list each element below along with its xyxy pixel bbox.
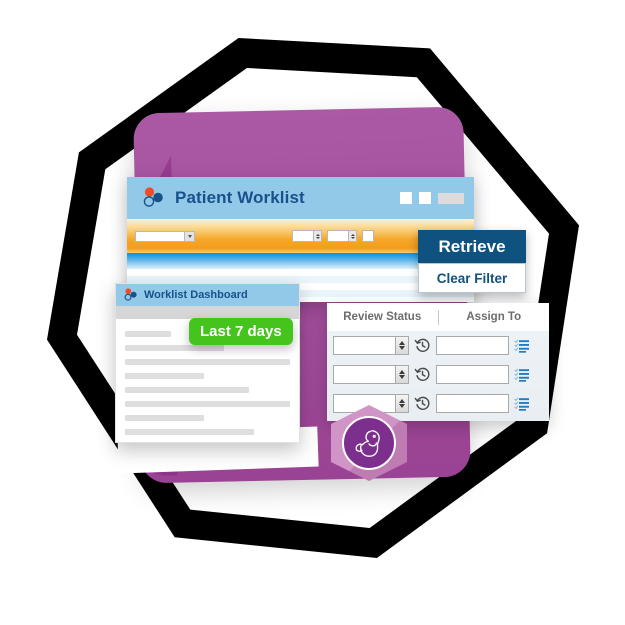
placeholder-line [125, 401, 290, 407]
worklist-dashboard-window: Worklist Dashboard [115, 283, 300, 443]
toolbar-small-button[interactable] [362, 230, 374, 242]
close-button[interactable] [438, 192, 464, 204]
dashboard-title: Worklist Dashboard [144, 289, 248, 301]
assign-to-field[interactable] [436, 394, 509, 413]
list-lookup-icon[interactable] [514, 338, 530, 354]
placeholder-line [125, 387, 249, 393]
minimize-button[interactable] [400, 192, 412, 204]
placeholder-line [125, 429, 254, 435]
specialty-badge [331, 405, 407, 481]
column-header-review-status: Review Status [343, 311, 422, 323]
window-titlebar: Patient Worklist [127, 177, 474, 219]
maximize-button[interactable] [419, 192, 431, 204]
list-lookup-icon[interactable] [514, 396, 530, 412]
toolbar-spinner-two[interactable] [327, 230, 357, 242]
placeholder-line [125, 345, 224, 351]
column-header-assign-to: Assign To [466, 311, 522, 323]
window-controls [400, 192, 464, 204]
placeholder-line [125, 415, 205, 421]
list-lookup-icon[interactable] [514, 367, 530, 383]
placeholder-line [125, 331, 172, 337]
brand-dots-icon [141, 187, 165, 209]
toolbar-spinner-one[interactable] [292, 230, 322, 242]
table-row [327, 360, 549, 389]
clear-filter-button[interactable]: Clear Filter [418, 263, 526, 293]
filter-select[interactable] [135, 230, 195, 242]
assign-to-field[interactable] [436, 365, 509, 384]
clock-history-icon[interactable] [414, 337, 431, 354]
review-status-stepper[interactable] [333, 365, 409, 384]
placeholder-line [125, 373, 205, 379]
chevron-down-icon [184, 231, 194, 241]
brand-dots-icon [123, 288, 138, 302]
retrieve-button[interactable]: Retrieve [418, 230, 526, 263]
dashboard-titlebar: Worklist Dashboard [116, 284, 299, 306]
assign-to-field[interactable] [436, 336, 509, 355]
table-row [327, 331, 549, 360]
spinner-arrows-icon[interactable] [395, 366, 408, 383]
review-status-stepper[interactable] [333, 336, 409, 355]
spinner-arrows-icon[interactable] [348, 231, 356, 241]
spinner-arrows-icon[interactable] [395, 337, 408, 354]
clock-history-icon[interactable] [414, 395, 431, 412]
date-range-badge[interactable]: Last 7 days [189, 318, 293, 345]
placeholder-line [125, 359, 290, 365]
illustration-canvas: Patient Worklist Retrieve Clear Filter R… [0, 0, 625, 625]
fetus-icon [342, 416, 396, 470]
clock-history-icon[interactable] [414, 366, 431, 383]
review-assign-panel: Review Status Assign To [327, 303, 549, 421]
page-title: Patient Worklist [175, 188, 305, 207]
panel-column-headers: Review Status Assign To [327, 303, 549, 331]
spinner-arrows-icon[interactable] [313, 231, 321, 241]
